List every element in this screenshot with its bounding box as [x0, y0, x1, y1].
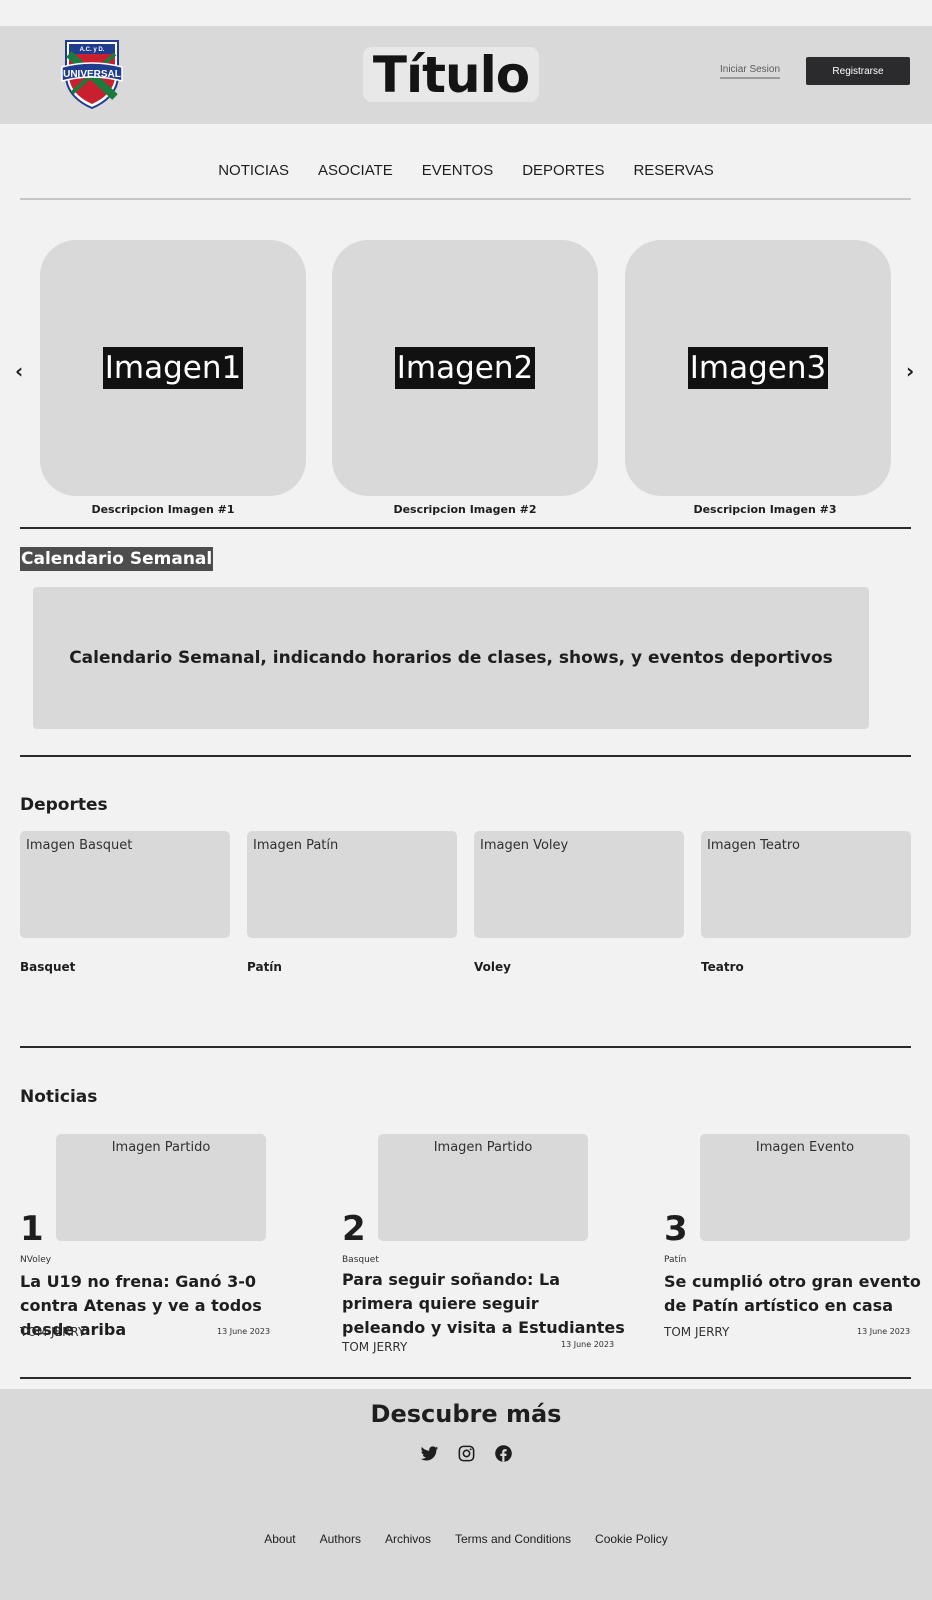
logo-text: UNIVERSAL	[63, 69, 121, 80]
club-logo[interactable]: UNIVERSAL A.C. y D.	[60, 37, 124, 110]
footer-link-archivos[interactable]: Archivos	[385, 1532, 431, 1546]
news-image-label: Imagen Partido	[433, 1140, 533, 1155]
news-category[interactable]: Basquet	[342, 1255, 379, 1265]
sport-card-basquet[interactable]: Imagen Basquet	[20, 831, 230, 938]
news-category[interactable]: Patín	[664, 1255, 686, 1265]
section-divider	[20, 527, 911, 529]
footer-links: About Authors Archivos Terms and Conditi…	[0, 1532, 932, 1546]
news-image[interactable]: Imagen Evento	[700, 1134, 910, 1241]
footer-link-authors[interactable]: Authors	[320, 1532, 361, 1546]
nav-item-reservas[interactable]: RESERVAS	[633, 162, 713, 179]
section-divider	[20, 1377, 911, 1379]
footer-link-about[interactable]: About	[264, 1532, 295, 1546]
sport-image-label: Imagen Teatro	[707, 838, 800, 853]
news-headline[interactable]: Para seguir soñando: La primera quiere s…	[342, 1268, 627, 1340]
slide-caption: Descripcion Imagen #3	[693, 503, 837, 516]
footer-title: Descubre más	[370, 1400, 562, 1428]
news-number: 3	[664, 1209, 688, 1249]
news-image[interactable]: Imagen Partido	[56, 1134, 266, 1241]
sport-image-label: Imagen Voley	[480, 838, 569, 853]
news-image[interactable]: Imagen Partido	[378, 1134, 588, 1241]
news-headline[interactable]: Se cumplió otro gran evento de Patín art…	[664, 1270, 926, 1318]
news-date: 13 June 2023	[217, 1327, 271, 1336]
nav-item-eventos[interactable]: EVENTOS	[422, 162, 493, 179]
news-number: 1	[20, 1209, 44, 1249]
twitter-icon[interactable]	[420, 1444, 439, 1463]
footer-link-terms[interactable]: Terms and Conditions	[455, 1532, 571, 1546]
news-heading: Noticias	[20, 1087, 98, 1107]
news-number: 2	[342, 1209, 366, 1249]
chevron-left-icon[interactable]: ‹	[15, 361, 23, 381]
carousel-slide-2[interactable]: Imagen2	[332, 240, 598, 496]
section-divider	[20, 1046, 911, 1048]
page-title-box: Título	[363, 47, 539, 102]
slide-label: Imagen3	[687, 347, 829, 389]
sports-heading: Deportes	[20, 795, 108, 815]
carousel-slide-3[interactable]: Imagen3	[625, 240, 891, 496]
slide-caption: Descripcion Imagen #2	[393, 503, 537, 516]
sport-card-teatro[interactable]: Imagen Teatro	[701, 831, 911, 938]
logo-small-text: A.C. y D.	[80, 47, 105, 53]
nav-divider	[20, 198, 911, 200]
register-button[interactable]: Registrarse	[806, 57, 910, 85]
main-nav: NOTICIAS ASOCIATE EVENTOS DEPORTES RESER…	[0, 162, 932, 179]
sport-name[interactable]: Teatro	[701, 960, 744, 974]
news-category[interactable]: NVoley	[20, 1255, 51, 1265]
calendar-heading: Calendario Semanal	[20, 547, 214, 571]
nav-item-asociate[interactable]: ASOCIATE	[318, 162, 393, 179]
news-image-label: Imagen Partido	[111, 1140, 211, 1155]
sport-name[interactable]: Patín	[247, 960, 282, 974]
calendar-panel: Calendario Semanal, indicando horarios d…	[33, 587, 869, 729]
section-divider	[20, 755, 911, 757]
slide-caption: Descripcion Imagen #1	[91, 503, 235, 516]
sport-image-label: Imagen Basquet	[26, 838, 133, 853]
slide-label: Imagen2	[394, 347, 536, 389]
page-title: Título	[372, 45, 530, 104]
news-author: TOM JERRY	[342, 1340, 408, 1354]
calendar-description: Calendario Semanal, indicando horarios d…	[69, 648, 833, 668]
sport-image-label: Imagen Patín	[253, 838, 339, 853]
news-image-label: Imagen Evento	[755, 1140, 855, 1155]
sport-name[interactable]: Basquet	[20, 960, 75, 974]
sport-card-voley[interactable]: Imagen Voley	[474, 831, 684, 938]
slide-label: Imagen1	[102, 347, 244, 389]
instagram-icon[interactable]	[457, 1444, 476, 1463]
carousel-slide-1[interactable]: Imagen1	[40, 240, 306, 496]
chevron-right-icon[interactable]: ›	[906, 361, 914, 381]
news-date: 13 June 2023	[561, 1340, 615, 1349]
sport-name[interactable]: Voley	[474, 960, 511, 974]
nav-item-deportes[interactable]: DEPORTES	[522, 162, 604, 179]
news-author: TOM JERRY	[20, 1325, 86, 1339]
footer-link-cookie-policy[interactable]: Cookie Policy	[595, 1532, 668, 1546]
login-link[interactable]: Iniciar Sesion	[720, 64, 781, 79]
news-date: 13 June 2023	[857, 1327, 911, 1336]
facebook-icon[interactable]	[494, 1444, 513, 1463]
nav-item-noticias[interactable]: NOTICIAS	[218, 162, 289, 179]
sport-card-patin[interactable]: Imagen Patín	[247, 831, 457, 938]
social-links	[0, 1444, 932, 1463]
news-author: TOM JERRY	[664, 1325, 730, 1339]
shield-icon: UNIVERSAL A.C. y D.	[61, 40, 123, 110]
